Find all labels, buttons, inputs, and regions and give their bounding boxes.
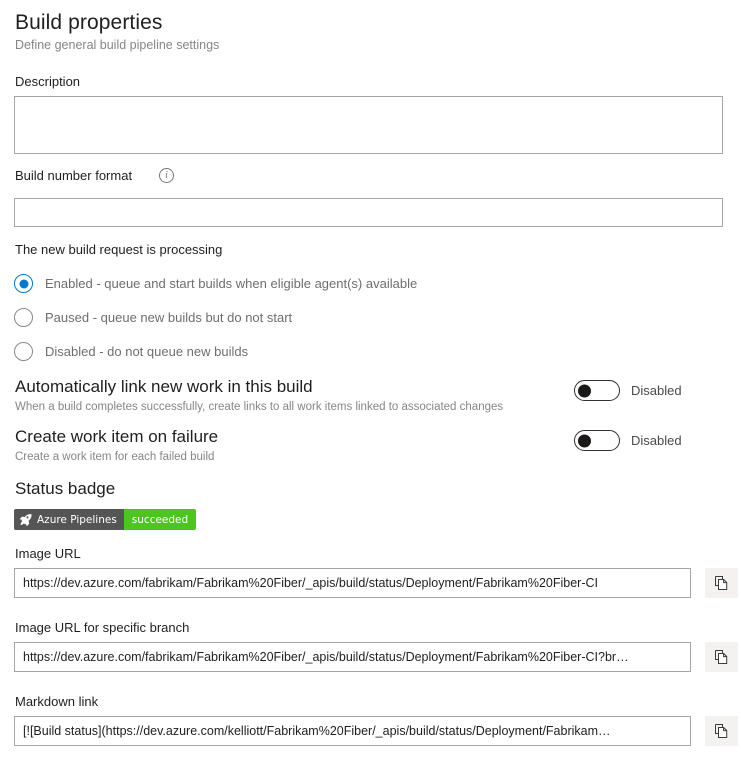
image-url-label: Image URL	[15, 546, 81, 561]
radio-mark-enabled	[14, 274, 33, 293]
rocket-icon	[19, 514, 32, 526]
toggle-auto-link-work[interactable]	[574, 380, 620, 401]
status-badge-left-label: Azure Pipelines	[37, 513, 117, 526]
page-title: Build properties	[15, 11, 163, 34]
toggle-create-work-item[interactable]	[574, 430, 620, 451]
setting-title-auto-link-work: Automatically link new work in this buil…	[15, 377, 313, 396]
setting-title-create-work-item: Create work item on failure	[15, 427, 219, 446]
radio-mark-paused	[14, 308, 33, 327]
copy-icon	[714, 650, 727, 664]
setting-description-auto-link-work: When a build completes successfully, cre…	[15, 401, 504, 413]
status-badge[interactable]: Azure Pipelines succeeded	[14, 509, 197, 530]
description-input[interactable]	[14, 96, 723, 154]
info-icon[interactable]: i	[159, 168, 174, 183]
status-badge-right-label: succeeded	[131, 513, 189, 526]
copy-icon	[714, 724, 727, 738]
copy-markdown-link-button[interactable]	[705, 716, 738, 746]
description-label: Description	[15, 74, 81, 89]
copy-image-url-button[interactable]	[705, 568, 738, 598]
image-url-branch-label: Image URL for specific branch	[15, 620, 190, 635]
page-subtitle: Define general build pipeline settings	[15, 38, 220, 52]
image-url-branch-input[interactable]	[14, 642, 691, 672]
image-url-input[interactable]	[14, 568, 691, 598]
build-number-format-input[interactable]	[14, 198, 723, 227]
copy-icon	[714, 576, 727, 590]
radio-label-disabled: Disabled - do not queue new builds	[45, 344, 249, 359]
radio-mark-disabled	[14, 342, 33, 361]
toggle-state-create-work-item: Disabled	[631, 433, 682, 448]
radio-label-paused: Paused - queue new builds but do not sta…	[45, 310, 293, 325]
setting-description-create-work-item: Create a work item for each failed build	[15, 451, 215, 463]
markdown-link-label: Markdown link	[15, 694, 99, 709]
status-badge-left: Azure Pipelines	[14, 509, 124, 530]
toggle-wrap-auto-link-work: Disabled	[574, 380, 682, 401]
copy-image-url-branch-button[interactable]	[705, 642, 738, 672]
markdown-link-input[interactable]	[14, 716, 691, 746]
toggle-state-auto-link-work: Disabled	[631, 383, 682, 398]
radio-option-paused[interactable]: Paused - queue new builds but do not sta…	[14, 308, 292, 327]
radio-label-enabled: Enabled - queue and start builds when el…	[45, 276, 418, 291]
processing-group-label: The new build request is processing	[15, 242, 223, 257]
build-number-format-label: Build number format	[15, 168, 133, 183]
status-badge-heading: Status badge	[15, 479, 116, 498]
toggle-wrap-create-work-item: Disabled	[574, 430, 682, 451]
radio-option-disabled[interactable]: Disabled - do not queue new builds	[14, 342, 248, 361]
radio-option-enabled[interactable]: Enabled - queue and start builds when el…	[14, 274, 417, 293]
status-badge-right: succeeded	[123, 509, 197, 530]
